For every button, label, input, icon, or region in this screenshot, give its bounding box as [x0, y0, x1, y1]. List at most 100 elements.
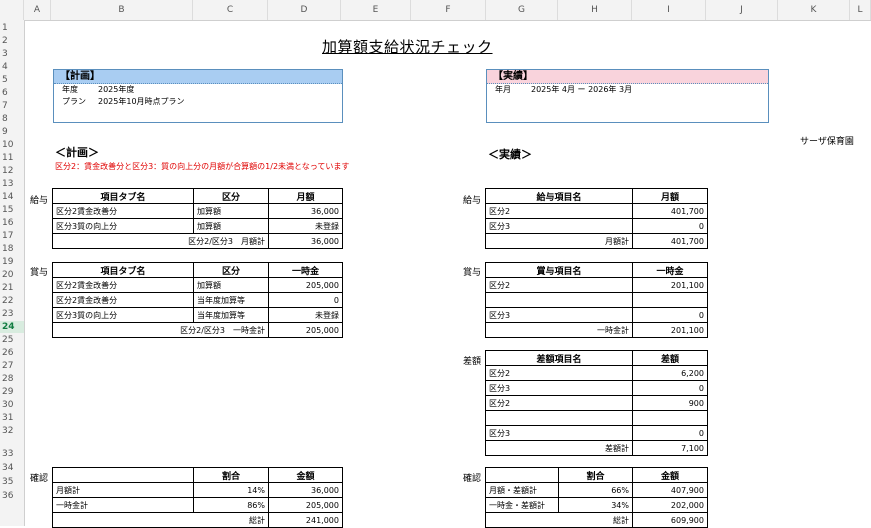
row-header[interactable]: 2: [0, 35, 24, 47]
column-header[interactable]: J: [706, 0, 778, 20]
table-cell[interactable]: 36,000: [268, 203, 343, 219]
header-cell[interactable]: [485, 467, 559, 483]
select-all-corner[interactable]: [0, 0, 24, 20]
row-header[interactable]: 15: [0, 204, 24, 216]
table-cell[interactable]: 加算額: [193, 218, 269, 234]
total-value[interactable]: 36,000: [268, 233, 343, 249]
table-cell[interactable]: 区分2: [485, 203, 633, 219]
total-label[interactable]: 総計: [485, 512, 633, 528]
header-cell[interactable]: 一時金: [632, 262, 708, 278]
table-cell[interactable]: 区分2: [485, 395, 633, 411]
total-label[interactable]: 差額計: [485, 440, 633, 456]
table-cell[interactable]: 0: [632, 425, 708, 441]
row-header[interactable]: 25: [0, 334, 24, 346]
row-header[interactable]: 9: [0, 126, 24, 138]
row-header[interactable]: 19: [0, 256, 24, 268]
table-cell[interactable]: 36,000: [268, 482, 343, 498]
row-header[interactable]: 34: [0, 462, 24, 474]
table-cell[interactable]: 区分3: [485, 380, 633, 396]
table-cell[interactable]: 区分2賃金改善分: [52, 292, 194, 308]
column-header[interactable]: E: [341, 0, 411, 20]
row-header[interactable]: 13: [0, 178, 24, 190]
header-cell[interactable]: 項目タブ名: [52, 262, 194, 278]
row-header[interactable]: 18: [0, 243, 24, 255]
row-header[interactable]: 16: [0, 217, 24, 229]
header-cell[interactable]: 割合: [193, 467, 269, 483]
total-label[interactable]: 区分2/区分3 月額計: [52, 233, 269, 249]
table-cell[interactable]: 区分2賃金改善分: [52, 203, 194, 219]
table-cell[interactable]: 0: [632, 380, 708, 396]
table-cell[interactable]: 区分3: [485, 425, 633, 441]
column-header[interactable]: I: [632, 0, 706, 20]
row-header[interactable]: 22: [0, 295, 24, 307]
column-header[interactable]: G: [486, 0, 558, 20]
table-cell[interactable]: 6,200: [632, 365, 708, 381]
row-header[interactable]: 36: [0, 490, 24, 502]
table-cell[interactable]: 205,000: [268, 277, 343, 293]
table-cell[interactable]: 当年度加算等: [193, 307, 269, 323]
table-cell[interactable]: 205,000: [268, 497, 343, 513]
table-cell[interactable]: 未登録: [268, 307, 343, 323]
total-value[interactable]: 205,000: [268, 322, 343, 338]
row-header[interactable]: 4: [0, 61, 24, 73]
row-header[interactable]: 6: [0, 87, 24, 99]
header-cell[interactable]: 一時金: [268, 262, 343, 278]
table-cell[interactable]: 加算額: [193, 203, 269, 219]
column-header[interactable]: C: [193, 0, 268, 20]
row-header[interactable]: 26: [0, 347, 24, 359]
header-cell[interactable]: 金額: [632, 467, 708, 483]
total-label[interactable]: 月額計: [485, 233, 633, 249]
row-header[interactable]: 28: [0, 373, 24, 385]
header-cell[interactable]: 差額項目名: [485, 350, 633, 366]
row-header[interactable]: 12: [0, 165, 24, 177]
table-cell[interactable]: 未登録: [268, 218, 343, 234]
column-header[interactable]: L: [850, 0, 871, 20]
row-header[interactable]: 7: [0, 100, 24, 112]
header-cell[interactable]: 月額: [632, 188, 708, 204]
column-header[interactable]: H: [558, 0, 632, 20]
table-cell[interactable]: 0: [268, 292, 343, 308]
row-header[interactable]: 17: [0, 230, 24, 242]
header-cell[interactable]: 割合: [558, 467, 633, 483]
header-cell[interactable]: 月額: [268, 188, 343, 204]
table-cell[interactable]: 区分2: [485, 365, 633, 381]
row-header[interactable]: 14: [0, 191, 24, 203]
table-cell[interactable]: 14%: [193, 482, 269, 498]
header-cell[interactable]: 賞与項目名: [485, 262, 633, 278]
table-cell[interactable]: 区分3: [485, 307, 633, 323]
table-cell[interactable]: 0: [632, 218, 708, 234]
column-header[interactable]: D: [268, 0, 341, 20]
row-header[interactable]: 20: [0, 269, 24, 281]
row-header[interactable]: 27: [0, 360, 24, 372]
table-cell[interactable]: 月額・差額計: [485, 482, 559, 498]
header-cell[interactable]: 項目タブ名: [52, 188, 194, 204]
table-cell[interactable]: [485, 292, 633, 308]
row-header[interactable]: 30: [0, 399, 24, 411]
header-cell[interactable]: 区分: [193, 188, 269, 204]
row-header[interactable]: 29: [0, 386, 24, 398]
row-header[interactable]: 33: [0, 448, 24, 460]
table-cell[interactable]: 900: [632, 395, 708, 411]
table-cell[interactable]: 34%: [558, 497, 633, 513]
row-header[interactable]: 21: [0, 282, 24, 294]
row-header[interactable]: 23: [0, 308, 24, 320]
column-header[interactable]: B: [51, 0, 193, 20]
row-header[interactable]: 5: [0, 74, 24, 86]
table-cell[interactable]: 66%: [558, 482, 633, 498]
table-cell[interactable]: 0: [632, 307, 708, 323]
table-cell[interactable]: 401,700: [632, 203, 708, 219]
table-cell[interactable]: 一時金計: [52, 497, 194, 513]
total-value[interactable]: 241,000: [268, 512, 343, 528]
column-header[interactable]: F: [411, 0, 486, 20]
table-cell[interactable]: [485, 410, 633, 426]
table-cell[interactable]: 区分3: [485, 218, 633, 234]
total-value[interactable]: 401,700: [632, 233, 708, 249]
total-label[interactable]: 総計: [52, 512, 269, 528]
total-value[interactable]: 201,100: [632, 322, 708, 338]
row-header[interactable]: 3: [0, 48, 24, 60]
table-cell[interactable]: 区分3質の向上分: [52, 307, 194, 323]
table-cell[interactable]: [632, 292, 708, 308]
table-cell[interactable]: 202,000: [632, 497, 708, 513]
row-header[interactable]: 8: [0, 113, 24, 125]
table-cell[interactable]: 201,100: [632, 277, 708, 293]
